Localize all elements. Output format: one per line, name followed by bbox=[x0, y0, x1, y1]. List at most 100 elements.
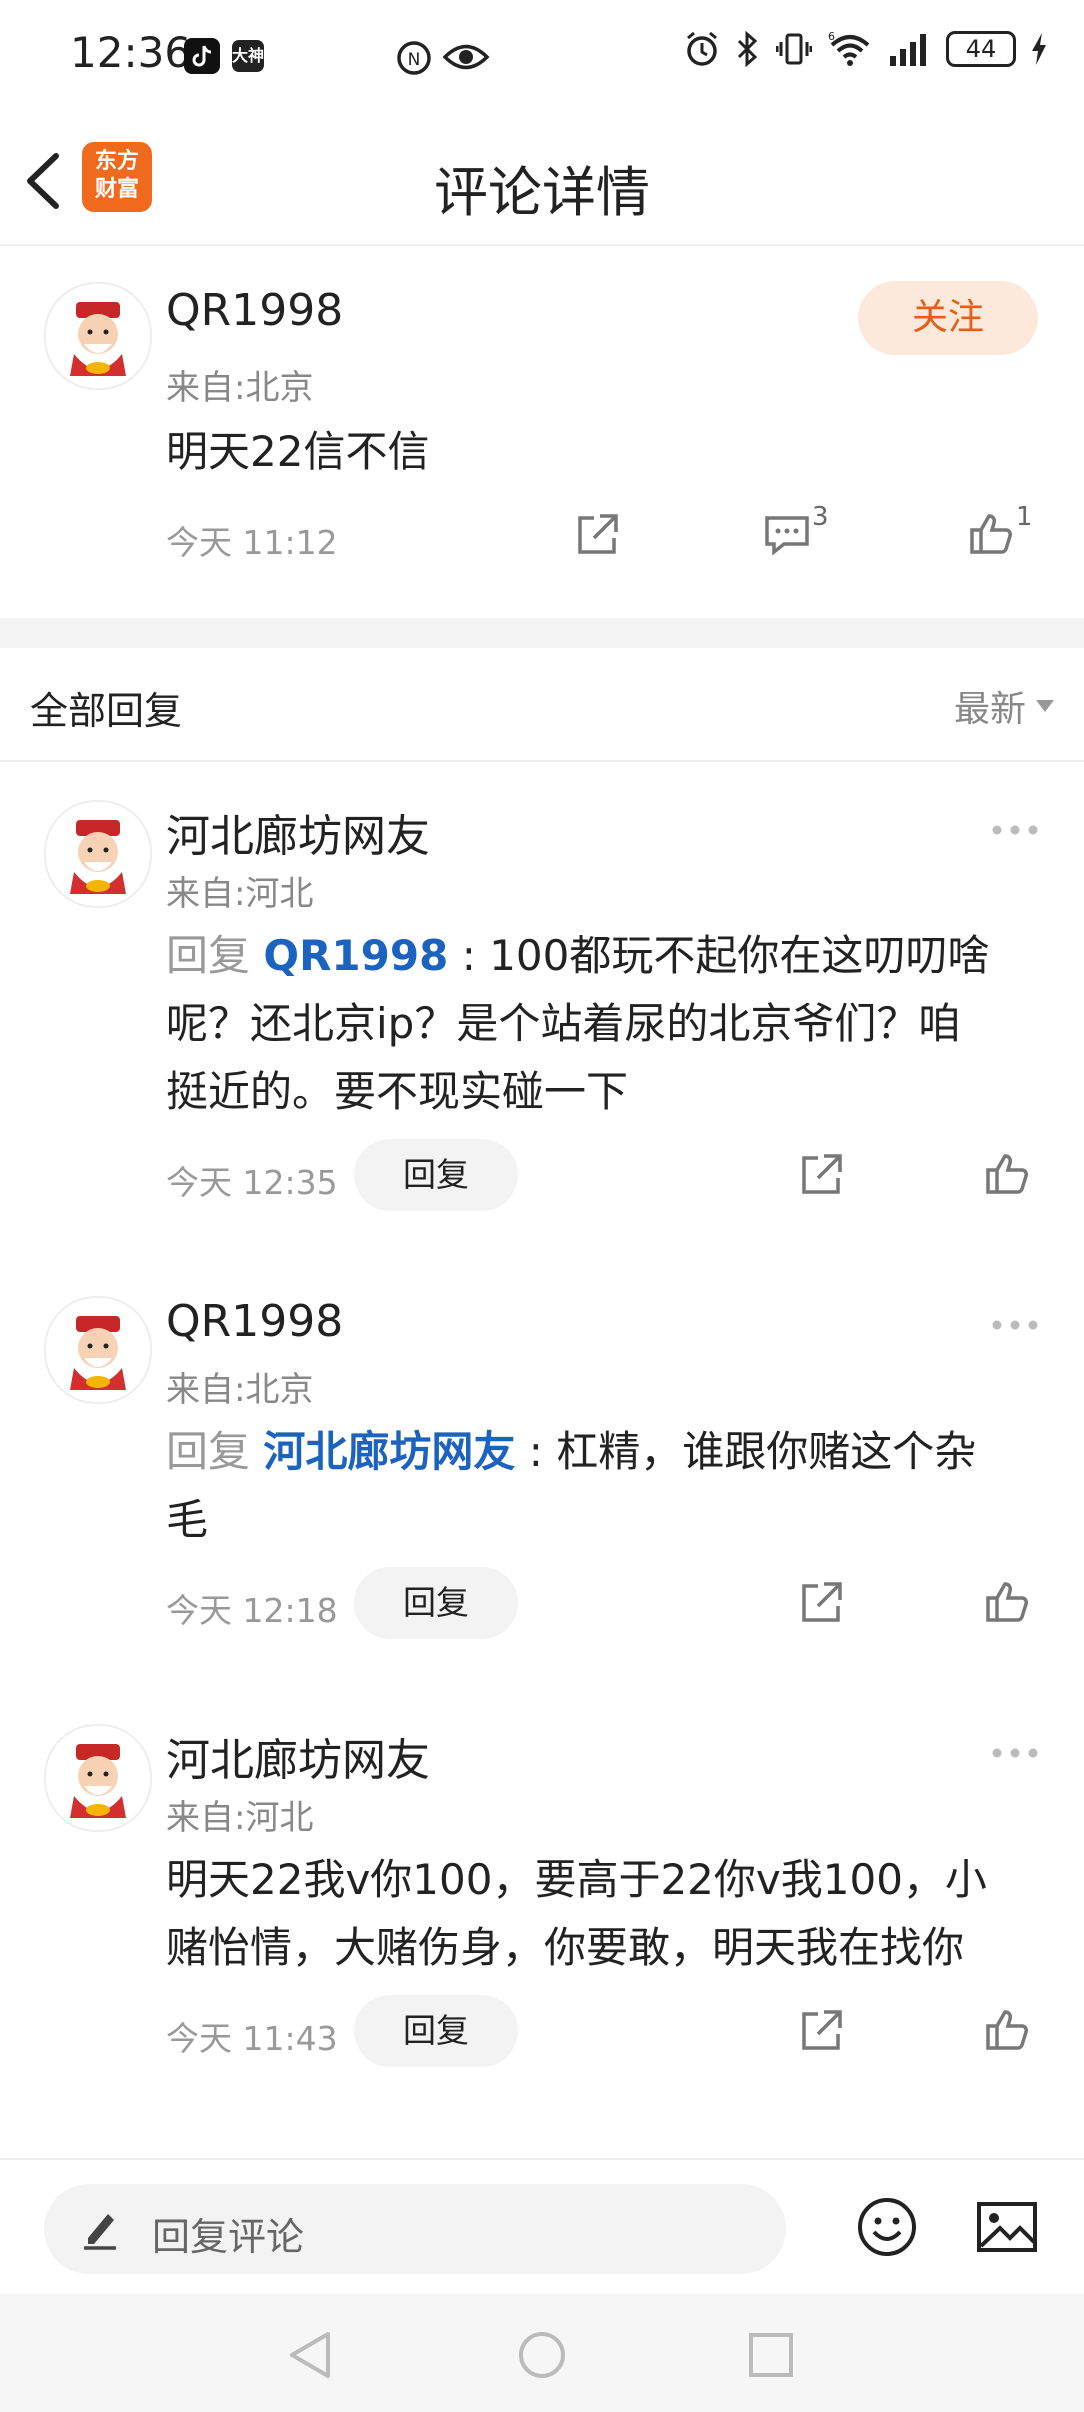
like-button[interactable] bbox=[982, 2004, 1032, 2058]
reply-comment-input[interactable]: 回复评论 bbox=[44, 2184, 786, 2274]
reply-location: 来自:河北 bbox=[166, 1798, 314, 1838]
reply-avatar[interactable] bbox=[44, 800, 152, 908]
sort-label: 最新 bbox=[953, 689, 1026, 730]
svg-text:6: 6 bbox=[828, 30, 835, 43]
reply-location: 来自:北京 bbox=[166, 1370, 314, 1410]
wifi-icon: 6 bbox=[828, 30, 870, 66]
reply-content: 明天22我v你100，要高于22你v我100，小 赌怡情，大赌伤身，你要敢，明天… bbox=[166, 1846, 987, 1982]
reply-text-line: : 100都玩不起你在这叨叨啥 bbox=[461, 931, 990, 980]
reply-content: 回复 QR1998 : 100都玩不起你在这叨叨啥 呢？还北京ip？是个站着尿的… bbox=[166, 922, 989, 1126]
nav-back-icon bbox=[290, 2332, 330, 2378]
thumbs-up-icon bbox=[986, 2010, 1028, 2050]
image-icon bbox=[977, 2202, 1037, 2252]
alarm-icon bbox=[687, 31, 717, 66]
emoji-icon bbox=[858, 2198, 916, 2256]
reply-time: 今天 11:43 bbox=[166, 2019, 338, 2058]
share-icon bbox=[802, 2010, 842, 2050]
vibrate-icon bbox=[776, 33, 812, 65]
bottom-reply-bar: 回复评论 bbox=[0, 2158, 1084, 2296]
comment-count: 3 bbox=[812, 502, 829, 532]
share-button[interactable] bbox=[796, 1150, 846, 1204]
pencil-icon bbox=[80, 2206, 120, 2256]
reply-prefix: 回复 bbox=[166, 1427, 251, 1476]
share-button[interactable] bbox=[796, 1578, 846, 1632]
reply-target-link[interactable]: 河北廊坊网友 bbox=[263, 1427, 515, 1476]
post-author-avatar[interactable] bbox=[44, 282, 152, 390]
share-icon bbox=[802, 1582, 842, 1622]
reply-prefix: 回复 bbox=[166, 931, 251, 980]
comment-icon bbox=[765, 516, 809, 556]
caishen-avatar-icon bbox=[48, 1728, 148, 1828]
more-dots-icon bbox=[992, 825, 1038, 835]
reply-author-name[interactable]: 河北廊坊网友 bbox=[166, 800, 430, 864]
thumbs-up-icon bbox=[970, 514, 1012, 554]
share-icon bbox=[578, 514, 618, 554]
reply-text-line: 赌怡情，大赌伤身，你要敢，明天我在找你 bbox=[166, 1923, 965, 1972]
more-dots-icon bbox=[992, 1320, 1038, 1330]
thumbs-up-icon bbox=[986, 1582, 1028, 1622]
comment-button[interactable] bbox=[762, 510, 812, 564]
eye-icon bbox=[442, 40, 490, 78]
post-location: 来自:北京 bbox=[166, 368, 314, 408]
header: 东方 财富 评论详情 bbox=[0, 110, 1084, 246]
reply-text-line: : 杠精，谁跟你赌这个杂 bbox=[528, 1427, 977, 1476]
like-button[interactable] bbox=[982, 1148, 1032, 1202]
reply-text-line: 明天22我v你100，要高于22你v我100，小 bbox=[166, 1855, 987, 1904]
reply-input-placeholder: 回复评论 bbox=[152, 2215, 305, 2259]
reply-author-name[interactable]: QR1998 bbox=[166, 1296, 343, 1347]
reply-text-line: 挺近的。要不现实碰一下 bbox=[166, 1067, 629, 1116]
more-options-button[interactable] bbox=[990, 820, 1040, 840]
reply-target-link[interactable]: QR1998 bbox=[263, 931, 448, 980]
reply-text-line: 呢？还北京ip？是个站着尿的北京爷们？咱 bbox=[166, 999, 961, 1048]
nav-recents-button[interactable] bbox=[748, 2332, 794, 2382]
post-author-name[interactable]: QR1998 bbox=[166, 285, 343, 336]
like-count: 1 bbox=[1016, 502, 1033, 532]
more-options-button[interactable] bbox=[990, 1743, 1040, 1763]
reply-author-name[interactable]: 河北廊坊网友 bbox=[166, 1724, 430, 1788]
like-button[interactable] bbox=[982, 1576, 1032, 1630]
thumbs-up-icon bbox=[986, 1154, 1028, 1194]
status-time: 12:36 bbox=[70, 28, 192, 77]
charging-icon bbox=[1032, 33, 1046, 65]
system-nav-bar bbox=[0, 2294, 1084, 2412]
share-button[interactable] bbox=[796, 2006, 846, 2060]
caishen-avatar-icon bbox=[48, 804, 148, 904]
reply-avatar[interactable] bbox=[44, 1296, 152, 1404]
share-button[interactable] bbox=[572, 510, 622, 564]
status-icons: 6 44 bbox=[684, 30, 1048, 68]
nav-home-icon bbox=[519, 2332, 565, 2378]
reply-time: 今天 12:35 bbox=[166, 1163, 338, 1202]
more-dots-icon bbox=[992, 1748, 1038, 1758]
more-options-button[interactable] bbox=[990, 1315, 1040, 1335]
image-button[interactable] bbox=[976, 2200, 1038, 2260]
post-content: 明天22信不信 bbox=[166, 427, 430, 476]
dropdown-triangle-icon bbox=[1036, 700, 1054, 712]
reply-button[interactable]: 回复 bbox=[354, 1567, 518, 1639]
data-saver-icon: N bbox=[394, 38, 434, 82]
reply-location: 来自:河北 bbox=[166, 874, 314, 914]
reply-button[interactable]: 回复 bbox=[354, 1995, 518, 2067]
dashen-app-icon: 大神 bbox=[232, 40, 264, 72]
emoji-button[interactable] bbox=[856, 2196, 918, 2262]
bluetooth-icon bbox=[737, 30, 758, 68]
like-button[interactable] bbox=[966, 508, 1016, 562]
battery-indicator: 44 bbox=[946, 31, 1016, 67]
reply-button[interactable]: 回复 bbox=[354, 1139, 518, 1211]
tiktok-icon bbox=[184, 38, 220, 78]
sort-dropdown[interactable]: 最新 bbox=[954, 680, 1056, 732]
reply-avatar[interactable] bbox=[44, 1724, 152, 1832]
section-divider bbox=[0, 618, 1084, 648]
nav-back-button[interactable] bbox=[286, 2330, 334, 2384]
section-header-line bbox=[0, 760, 1084, 762]
caishen-avatar-icon bbox=[48, 1300, 148, 1400]
nav-recents-icon bbox=[749, 2333, 793, 2377]
reply-content: 回复 河北廊坊网友 : 杠精，谁跟你赌这个杂 毛 bbox=[166, 1418, 976, 1554]
nav-home-button[interactable] bbox=[517, 2330, 567, 2384]
caishen-avatar-icon bbox=[48, 286, 148, 386]
signal-icon bbox=[890, 34, 926, 66]
replies-section-title: 全部回复 bbox=[30, 689, 183, 733]
reply-time: 今天 12:18 bbox=[166, 1591, 338, 1630]
share-icon bbox=[802, 1154, 842, 1194]
follow-button[interactable]: 关注 bbox=[858, 281, 1038, 355]
page-title: 评论详情 bbox=[434, 161, 650, 224]
